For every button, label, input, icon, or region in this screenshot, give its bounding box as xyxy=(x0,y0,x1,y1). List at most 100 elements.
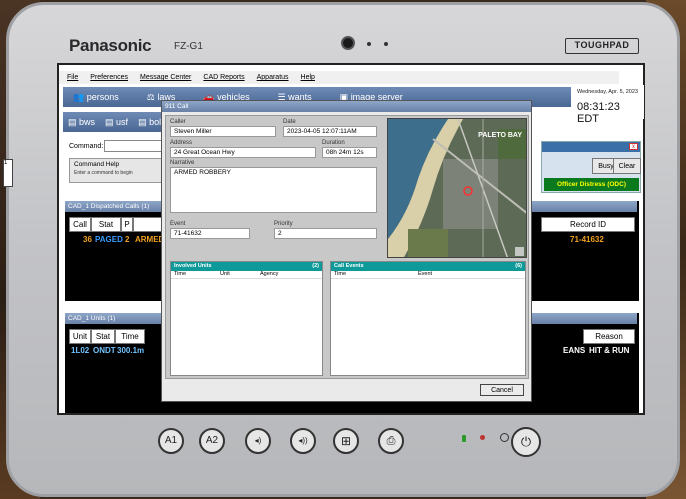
col-involved-time[interactable]: Time xyxy=(174,271,220,278)
command-help-title: Command Help xyxy=(74,161,120,168)
command-help-sub: Enter a command to begin xyxy=(74,170,133,176)
col-reason[interactable]: Reason xyxy=(583,329,635,344)
col-record-id[interactable]: Record ID xyxy=(541,217,635,232)
menu-message-center[interactable]: Message Center xyxy=(140,74,191,81)
a2-button[interactable]: A2 xyxy=(199,428,225,454)
col-call[interactable]: Call xyxy=(69,217,91,232)
nav-bws-label: bws xyxy=(79,116,96,127)
call-type[interactable]: ARMED xyxy=(135,234,164,246)
col-event-time[interactable]: Time xyxy=(334,271,418,278)
call-events-columns: Time Event xyxy=(331,271,525,279)
involved-units-title: Involved Units xyxy=(174,263,212,269)
unit-reason: HIT & RUN xyxy=(589,346,630,355)
call-status[interactable]: PAGED xyxy=(95,234,123,246)
col-type[interactable] xyxy=(133,217,163,232)
satellite-map xyxy=(388,119,526,257)
involved-units-panel: Involved Units (2) Time Unit Agency xyxy=(170,261,323,376)
nav-bws[interactable]: ▤ bws xyxy=(68,117,95,128)
sensor-icon xyxy=(384,42,388,46)
side-tab[interactable]: 1 xyxy=(3,159,13,187)
involved-units-columns: Time Unit Agency xyxy=(171,271,322,279)
clear-button[interactable]: Clear xyxy=(613,158,641,174)
date-label: Date xyxy=(283,119,296,125)
duration-label: Duration xyxy=(322,140,345,146)
power-icon[interactable]: ⏻ xyxy=(511,427,541,457)
col-involved-unit[interactable]: Unit xyxy=(220,271,260,278)
command-help: Command Help Enter a command to begin xyxy=(69,158,169,183)
toughpad-badge: TOUGHPAD xyxy=(565,38,639,54)
rotate-icon[interactable]: ⎙ xyxy=(378,428,404,454)
address-field[interactable]: 24 Great Ocean Hwy xyxy=(170,147,316,158)
event-label: Event xyxy=(170,221,186,227)
camera-icon xyxy=(341,36,355,50)
windows-icon[interactable]: ⊞ xyxy=(333,428,359,454)
dialog-body: Caller Steven Miller Date 2023-04-05 12:… xyxy=(165,115,529,379)
side-tab-label: 1 xyxy=(4,160,8,166)
officer-distress-button[interactable]: Officer Distress (ODC) xyxy=(544,178,639,191)
nav-usf[interactable]: ▤ usf xyxy=(105,117,128,128)
model-label: FZ-G1 xyxy=(174,41,203,52)
menu-preferences[interactable]: Preferences xyxy=(90,74,128,81)
map-view[interactable]: PALETO BAY xyxy=(387,118,527,258)
involved-units-count: (2) xyxy=(312,263,319,269)
col-event-name[interactable]: Event xyxy=(418,271,432,278)
col-p[interactable]: P xyxy=(121,217,133,232)
close-icon[interactable]: x xyxy=(629,143,638,150)
brand-logo: Panasonic xyxy=(69,36,152,55)
col-unit[interactable]: Unit xyxy=(69,329,91,344)
unit-location: EANS xyxy=(563,346,586,355)
call-events-panel: Call Events (6) Time Event xyxy=(330,261,526,376)
battery-led-icon xyxy=(462,435,466,442)
priority-label: Priority xyxy=(274,221,293,227)
unit-time: 300.1m xyxy=(117,346,145,355)
menu-cad-reports[interactable]: CAD Reports xyxy=(203,74,244,81)
unit-status: ONDT xyxy=(93,346,116,355)
disk-led-icon xyxy=(480,435,485,440)
menu-file[interactable]: File xyxy=(67,74,78,81)
nav-usf-label: usf xyxy=(116,116,129,127)
nav-persons[interactable]: 👥 persons xyxy=(73,92,119,103)
narrative-field[interactable]: ARMED ROBBERY xyxy=(170,167,377,213)
narrative-label: Narrative xyxy=(170,160,195,166)
call-number[interactable]: 36 xyxy=(83,234,92,246)
date-field[interactable]: 2023-04-05 12:07:11AM xyxy=(283,126,377,137)
nav-bol-label: bol xyxy=(149,116,162,127)
col-involved-agency[interactable]: Agency xyxy=(260,271,278,278)
priority-field[interactable]: 2 xyxy=(274,228,377,239)
address-label: Address xyxy=(170,140,193,146)
status-panel: x Busy Clear Officer Distress (ODC) xyxy=(541,141,641,193)
col-unit-stat[interactable]: Stat xyxy=(91,329,115,344)
caller-field[interactable]: Steven Miller xyxy=(170,126,276,137)
volume-down-icon[interactable]: ◂) xyxy=(245,428,271,454)
clock: Wednesday, Apr. 5, 2023 08:31:23 EDT xyxy=(574,85,644,125)
col-stat[interactable]: Stat xyxy=(91,217,121,232)
dialog-title: 911 Call xyxy=(162,101,531,112)
call-events-count: (6) xyxy=(515,263,522,269)
involved-units-header: Involved Units (2) xyxy=(171,262,322,271)
menu-help[interactable]: Help xyxy=(301,74,315,81)
wireless-led-icon xyxy=(500,433,509,442)
command-input[interactable] xyxy=(104,140,169,152)
nav-persons-label: persons xyxy=(86,91,119,102)
call-record-id[interactable]: 71-41632 xyxy=(570,234,604,246)
event-field[interactable]: 71-41632 xyxy=(170,228,250,239)
volume-up-icon[interactable]: ◂)) xyxy=(290,428,316,454)
caller-label: Caller xyxy=(170,119,186,125)
menu-bar: File Preferences Message Center CAD Repo… xyxy=(59,71,619,84)
sensor-icon xyxy=(367,42,371,46)
col-time[interactable]: Time xyxy=(115,329,145,344)
status-panel-titlebar: x xyxy=(542,142,640,152)
call-priority[interactable]: 2 xyxy=(125,234,129,246)
cancel-button[interactable]: Cancel xyxy=(480,384,524,396)
duration-field[interactable]: 08h 24m 12s xyxy=(322,147,377,158)
menu-apparatus[interactable]: Apparatus xyxy=(257,74,289,81)
call-dialog: 911 Call Caller Steven Miller Date 2023-… xyxy=(161,100,532,402)
a1-button[interactable]: A1 xyxy=(158,428,184,454)
nav-bol[interactable]: ▤ bol xyxy=(138,117,161,128)
unit-id: 1L02 xyxy=(71,346,90,355)
call-events-title: Call Events xyxy=(334,263,364,269)
nav-bar-2: ▤ bws ▤ usf ▤ bol xyxy=(63,112,173,132)
tablet-bezel: Panasonic FZ-G1 TOUGHPAD 1 File Preferen… xyxy=(3,2,680,497)
call-events-header: Call Events (6) xyxy=(331,262,525,271)
date-text: Wednesday, Apr. 5, 2023 xyxy=(577,89,638,95)
